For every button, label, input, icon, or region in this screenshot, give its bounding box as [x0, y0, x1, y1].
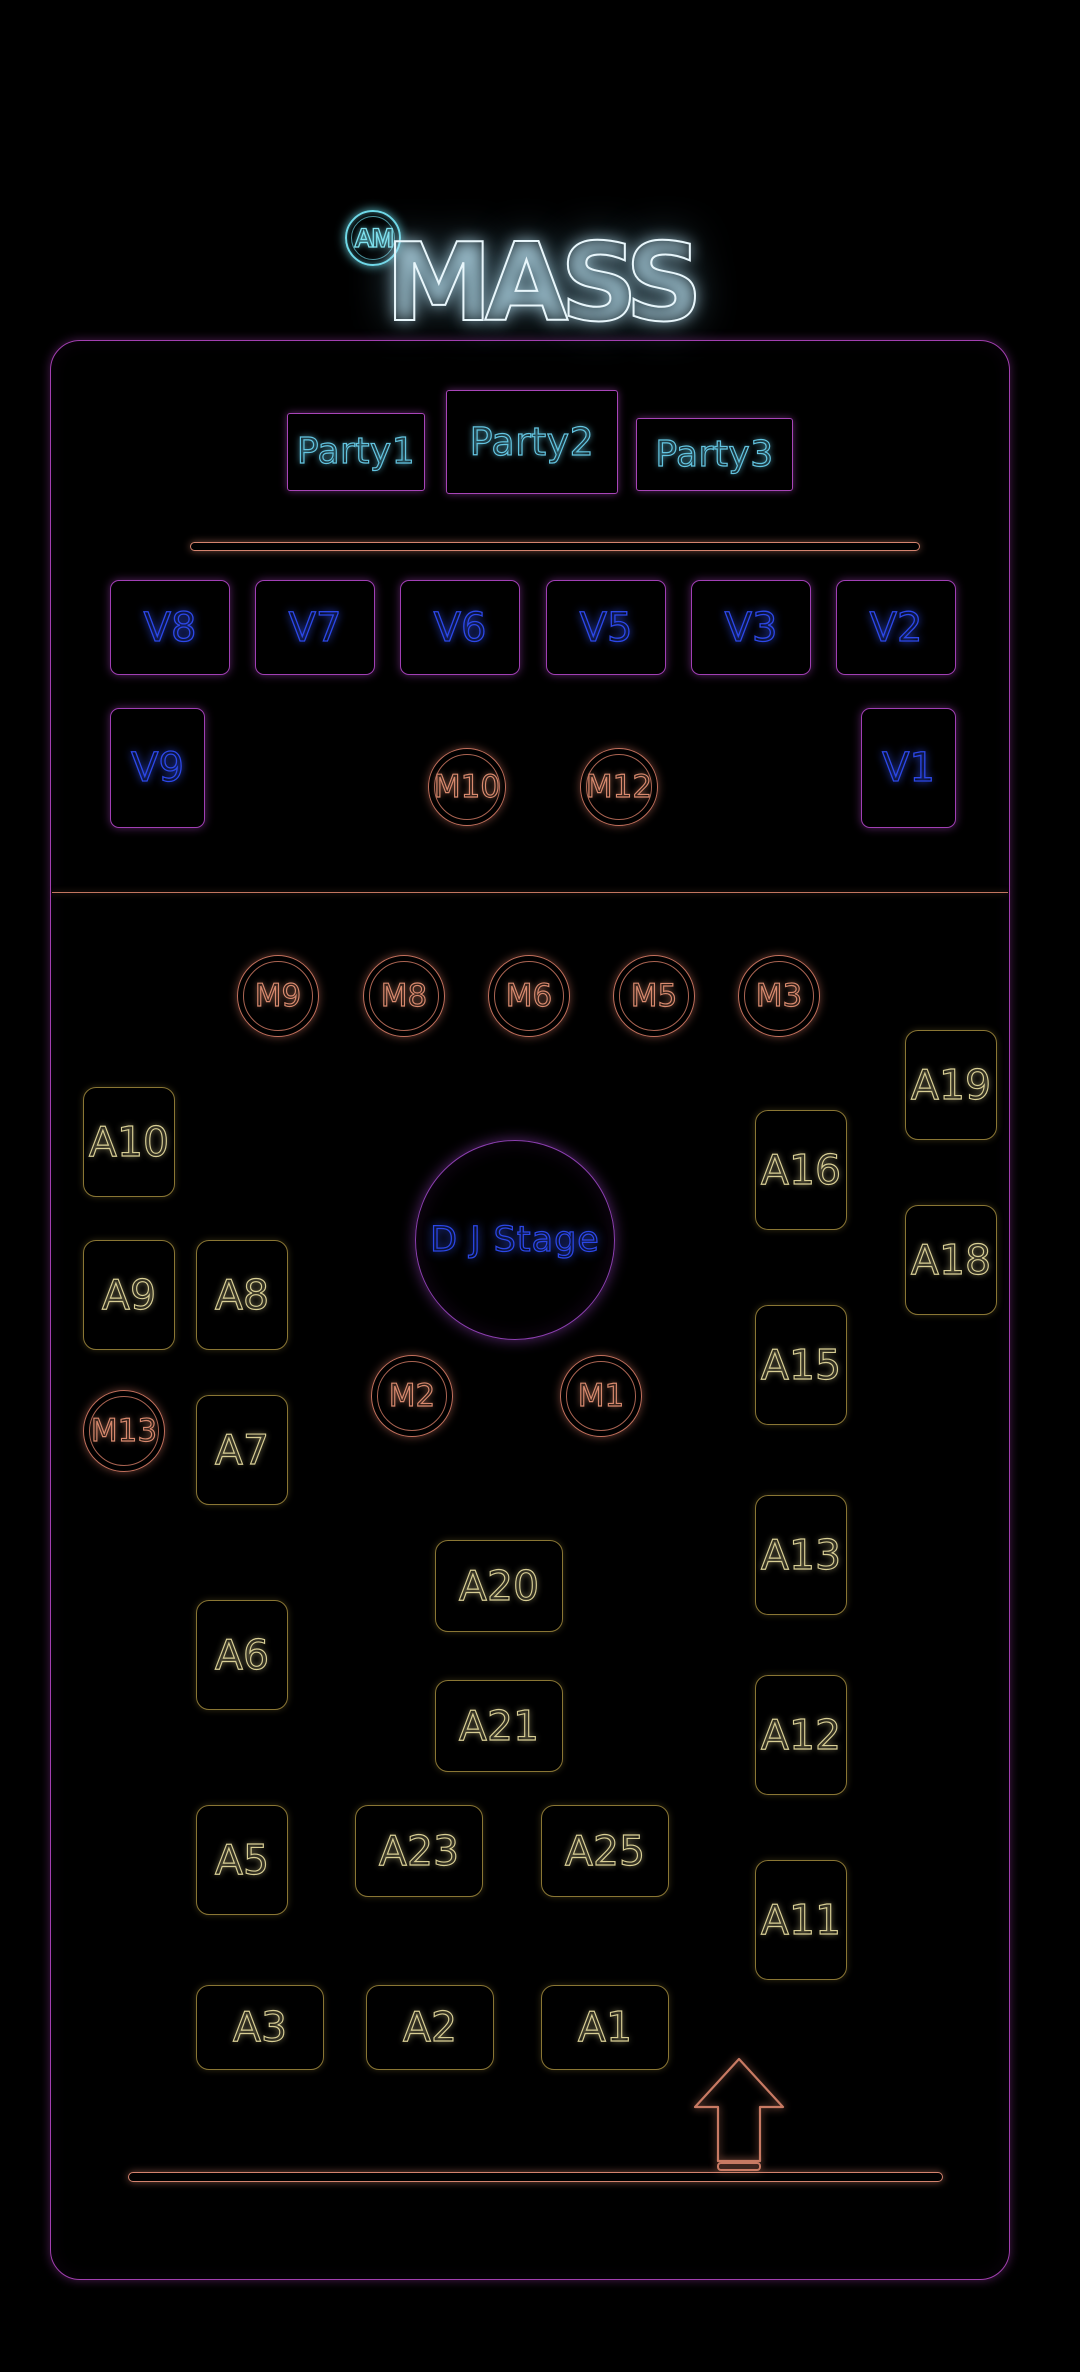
table-label: V6: [433, 604, 487, 651]
table-a12[interactable]: A12: [755, 1675, 847, 1795]
table-label: A9: [101, 1270, 157, 1319]
table-label: A18: [910, 1235, 992, 1284]
table-m9[interactable]: M9: [237, 955, 319, 1037]
table-label: A23: [378, 1826, 460, 1875]
table-m13[interactable]: M13: [83, 1390, 165, 1472]
table-m12[interactable]: M12: [580, 748, 658, 826]
table-label: A15: [760, 1340, 842, 1389]
table-a2[interactable]: A2: [366, 1985, 494, 2070]
table-label: V3: [724, 604, 778, 651]
table-label: M2: [388, 1377, 436, 1414]
table-v2[interactable]: V2: [836, 580, 956, 675]
table-label: A21: [458, 1701, 540, 1750]
table-m1[interactable]: M1: [560, 1355, 642, 1437]
table-m8[interactable]: M8: [363, 955, 445, 1037]
table-label: A1: [577, 2003, 633, 2051]
table-label: A20: [458, 1561, 540, 1610]
table-a10[interactable]: A10: [83, 1087, 175, 1197]
page-title: MASS: [384, 221, 704, 346]
table-label: A3: [232, 2003, 288, 2051]
table-a8[interactable]: A8: [196, 1240, 288, 1350]
app-header: AM MASS: [0, 90, 1080, 339]
club-table-map: AM MASS Party1 Party2 Party3 D J Stage V…: [0, 0, 1080, 2372]
table-v6[interactable]: V6: [400, 580, 520, 675]
table-label: A6: [214, 1630, 270, 1679]
table-a5[interactable]: A5: [196, 1805, 288, 1915]
table-label: V1: [881, 745, 935, 791]
tab-party3-label: Party3: [655, 433, 774, 475]
table-label: V7: [288, 604, 342, 651]
table-label: A16: [760, 1145, 842, 1194]
table-label: A10: [88, 1117, 170, 1166]
table-v8[interactable]: V8: [110, 580, 230, 675]
table-label: A11: [760, 1895, 842, 1944]
table-label: A8: [214, 1270, 270, 1319]
table-label: A7: [214, 1425, 270, 1474]
table-v1[interactable]: V1: [861, 708, 956, 828]
table-a19[interactable]: A19: [905, 1030, 997, 1140]
zone-divider: [52, 892, 1008, 894]
table-label: M8: [380, 977, 428, 1014]
table-v3[interactable]: V3: [691, 580, 811, 675]
bar-counter-top: [190, 542, 920, 551]
table-a15[interactable]: A15: [755, 1305, 847, 1425]
table-a13[interactable]: A13: [755, 1495, 847, 1615]
table-m10[interactable]: M10: [428, 748, 506, 826]
table-a16[interactable]: A16: [755, 1110, 847, 1230]
table-a6[interactable]: A6: [196, 1600, 288, 1710]
table-m5[interactable]: M5: [613, 955, 695, 1037]
table-label: M5: [630, 977, 678, 1014]
table-label: V5: [579, 604, 633, 651]
table-label: A2: [402, 2003, 458, 2051]
table-v9[interactable]: V9: [110, 708, 205, 828]
up-arrow-icon[interactable]: [690, 2055, 788, 2173]
table-v7[interactable]: V7: [255, 580, 375, 675]
table-a18[interactable]: A18: [905, 1205, 997, 1315]
table-label: V8: [143, 604, 197, 651]
table-a23[interactable]: A23: [355, 1805, 483, 1897]
table-label: A5: [214, 1835, 270, 1884]
table-v5[interactable]: V5: [546, 580, 666, 675]
table-a20[interactable]: A20: [435, 1540, 563, 1632]
table-label: M6: [505, 977, 553, 1014]
table-a9[interactable]: A9: [83, 1240, 175, 1350]
table-label: V9: [130, 745, 184, 791]
table-label: M10: [433, 768, 501, 805]
table-label: A13: [760, 1530, 842, 1579]
bar-counter-bottom: [128, 2172, 943, 2182]
table-m3[interactable]: M3: [738, 955, 820, 1037]
table-label: M1: [577, 1377, 625, 1414]
table-label: M12: [585, 768, 653, 805]
tab-party3[interactable]: Party3: [636, 418, 793, 491]
table-label: M13: [90, 1412, 158, 1449]
table-label: V2: [869, 604, 923, 651]
table-label: A12: [760, 1710, 842, 1759]
table-label: M3: [755, 977, 803, 1014]
dj-stage-label: D J Stage: [430, 1219, 600, 1260]
table-label: M9: [254, 977, 302, 1014]
table-m6[interactable]: M6: [488, 955, 570, 1037]
table-m2[interactable]: M2: [371, 1355, 453, 1437]
table-label: A25: [564, 1826, 646, 1875]
table-a21[interactable]: A21: [435, 1680, 563, 1772]
dj-stage[interactable]: D J Stage: [415, 1140, 615, 1340]
table-a11[interactable]: A11: [755, 1860, 847, 1980]
table-a7[interactable]: A7: [196, 1395, 288, 1505]
tab-party2[interactable]: Party2: [446, 390, 618, 494]
tab-party2-label: Party2: [469, 420, 595, 464]
tab-party1-label: Party1: [296, 431, 416, 472]
tab-party1[interactable]: Party1: [287, 413, 425, 491]
table-a1[interactable]: A1: [541, 1985, 669, 2070]
table-a25[interactable]: A25: [541, 1805, 669, 1897]
table-a3[interactable]: A3: [196, 1985, 324, 2070]
table-label: A19: [910, 1060, 992, 1109]
